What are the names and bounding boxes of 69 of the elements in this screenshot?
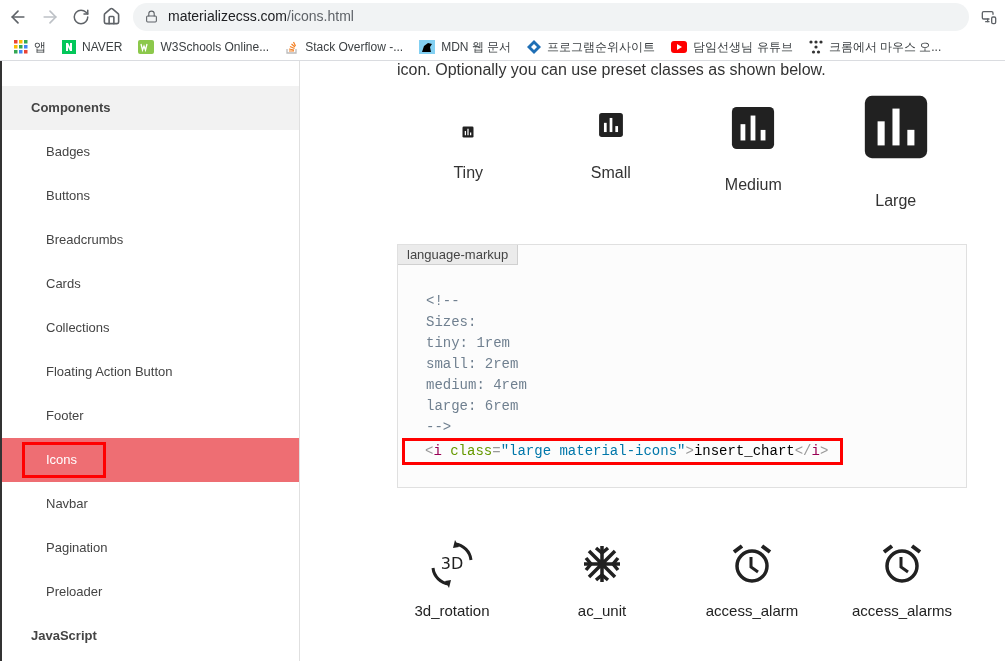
icon-name: access_alarms <box>851 601 952 621</box>
code-line: medium: 4rem <box>425 376 527 395</box>
code-line: tiny: 1rem <box>425 334 510 353</box>
reload-icon[interactable] <box>72 7 90 26</box>
sidebar-label: Pagination <box>46 539 108 558</box>
sidebar-label: Breadcrumbs <box>46 231 124 250</box>
sidebar-item[interactable]: Floating Action Button <box>2 350 299 394</box>
sidebar-item[interactable]: Badges <box>2 130 299 174</box>
sidebar-item[interactable]: Breadcrumbs <box>2 218 299 262</box>
bookmark[interactable]: 크롬에서 마우스 오... <box>808 37 942 56</box>
sidebar-item[interactable]: Components <box>2 86 299 130</box>
language-label: language-markup <box>398 245 519 265</box>
dots-icon <box>808 39 823 54</box>
devices-icon[interactable] <box>981 8 997 25</box>
square-logo-icon <box>138 39 155 54</box>
size-label: Medium <box>724 175 782 195</box>
sidebar-label: Floating Action Button <box>46 363 173 382</box>
size-label: Tiny <box>453 163 484 183</box>
sidebar-label: JavaScript <box>31 627 97 646</box>
sidebar-label: Collections <box>46 319 110 338</box>
lock-icon <box>145 10 158 23</box>
bookmark[interactable]: 앱 <box>14 37 46 56</box>
address-bar[interactable]: materializecss.com/icons.html <box>133 2 969 31</box>
sidebar-item[interactable]: Preloader <box>2 570 299 614</box>
apps-grid-icon <box>14 39 28 54</box>
sidebar-item[interactable]: Buttons <box>2 174 299 218</box>
sidebar-label: Preloader <box>46 583 103 602</box>
bookmark[interactable]: 담임선생님 유튜브 <box>671 37 793 56</box>
code-line: <!-- <box>425 292 460 311</box>
stack-logo-icon <box>285 39 300 54</box>
bar-chart-icon <box>730 105 777 151</box>
icon-name: ac_unit <box>577 601 627 621</box>
play-logo-icon <box>671 40 688 53</box>
bar-chart-icon <box>597 112 624 138</box>
sidebar-item[interactable]: Collections <box>2 306 299 350</box>
alarm-clock-icon <box>880 542 924 586</box>
sidebar-label: Buttons <box>46 187 91 206</box>
code-line: --> <box>425 418 452 437</box>
home-icon[interactable] <box>102 7 121 26</box>
code-line: small: 2rem <box>425 355 519 374</box>
sidebar-label: Navbar <box>46 495 88 514</box>
code-line: large: 6rem <box>425 397 519 416</box>
sidebar-label: Footer <box>46 407 84 426</box>
code-line: Sizes: <box>425 313 477 332</box>
bookmark[interactable]: NAVER <box>62 37 123 56</box>
sidebar-item[interactable]: Footer <box>2 394 299 438</box>
bookmark[interactable]: Stack Overflow -... <box>285 37 404 56</box>
url-text: materializecss.com/icons.html <box>168 7 354 26</box>
square-logo-icon <box>62 39 76 54</box>
sidebar-label: Cards <box>46 275 81 294</box>
bookmark[interactable]: 프로그램순위사이트 <box>527 37 656 56</box>
sidebar-item[interactable]: JavaScript <box>2 614 299 658</box>
size-label: Large <box>875 191 917 211</box>
sidebar-item[interactable]: Pagination <box>2 526 299 570</box>
sidebar-label: Badges <box>46 143 91 162</box>
alarm-clock-icon <box>730 542 774 586</box>
sidebar-item[interactable]: Cards <box>2 262 299 306</box>
sidebar-label: Icons <box>22 442 107 478</box>
icon-name: 3d_rotation <box>414 601 490 621</box>
size-label: Small <box>590 163 631 183</box>
bookmark[interactable]: W3Schools Online... <box>138 37 270 56</box>
diamond-icon <box>527 39 542 54</box>
dinosaur-logo-icon <box>419 39 436 54</box>
icon-name: access_alarm <box>705 601 799 621</box>
bookmark[interactable]: MDN 웹 문서 <box>419 37 512 56</box>
sidebar-item[interactable]: Navbar <box>2 482 299 526</box>
sidebar-label: Components <box>31 99 111 118</box>
bar-chart-icon <box>462 126 475 138</box>
intro-text: icon. Optionally you can use preset classes as shown below. <box>397 60 827 80</box>
